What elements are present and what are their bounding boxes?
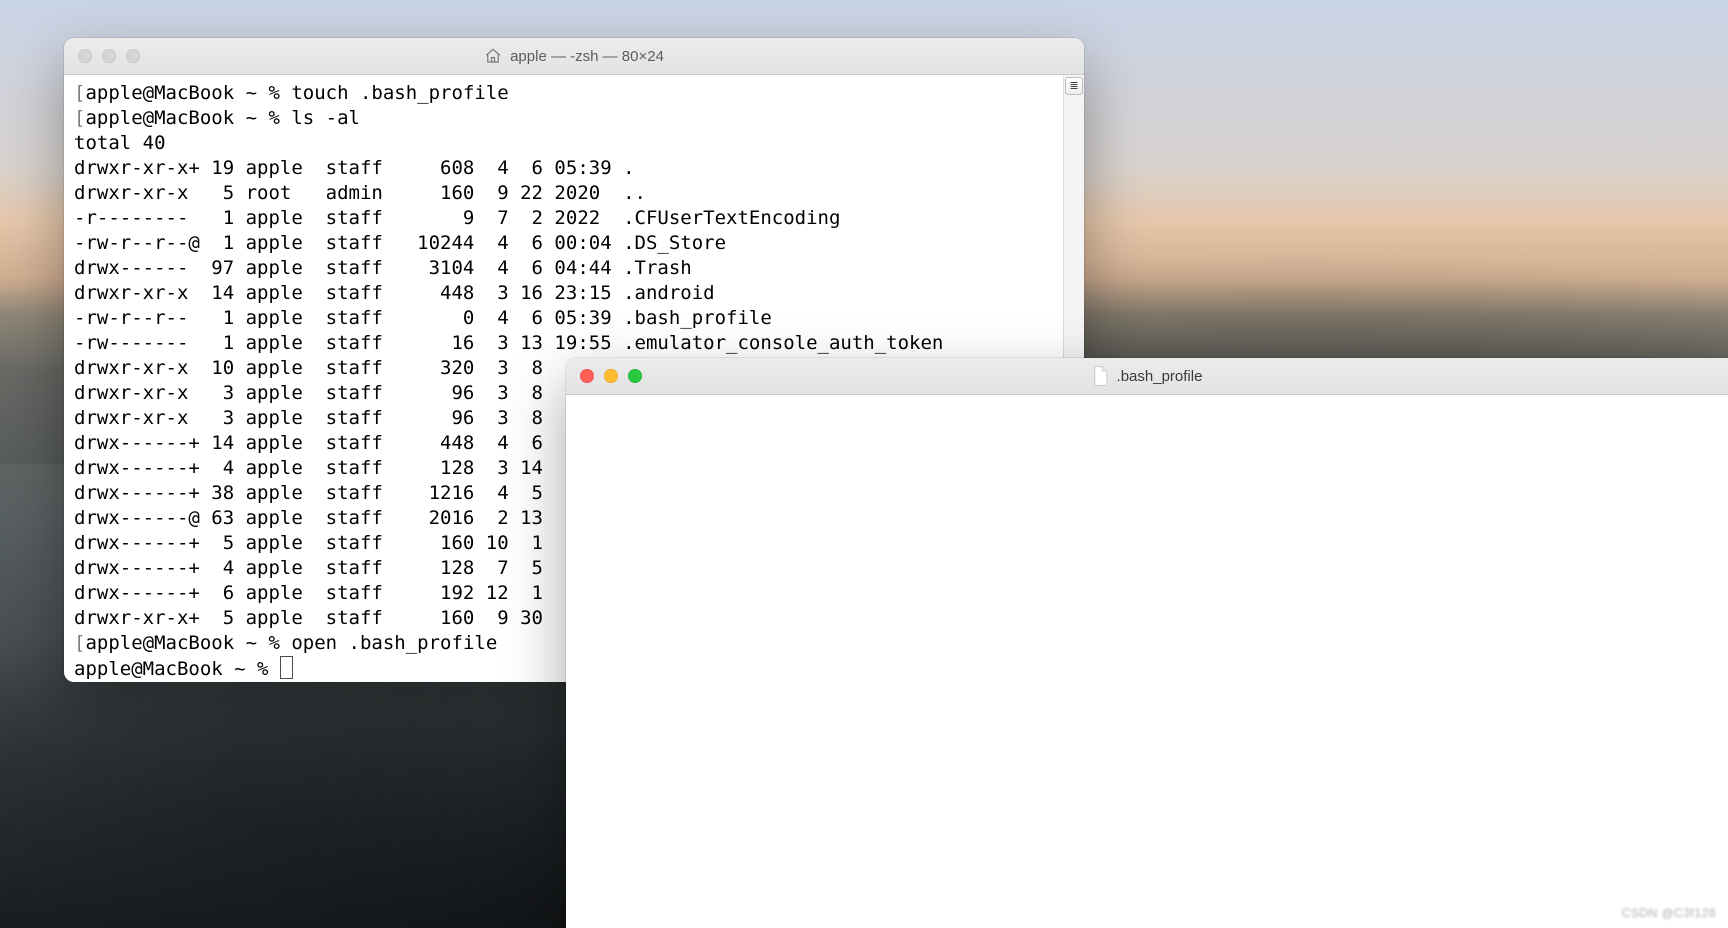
- terminal-titlebar[interactable]: apple — -zsh — 80×24: [64, 38, 1084, 75]
- traffic-lights: [64, 49, 140, 63]
- terminal-title: apple — -zsh — 80×24: [64, 47, 1084, 65]
- close-icon[interactable]: [580, 369, 594, 383]
- desktop: apple — -zsh — 80×24 [apple@MacBook ~ % …: [0, 0, 1728, 928]
- watermark: CSDN @C3f128: [1622, 906, 1716, 920]
- text-editor-window[interactable]: .bash_profile: [566, 358, 1728, 928]
- editor-titlebar[interactable]: .bash_profile: [566, 358, 1728, 395]
- minimize-icon[interactable]: [102, 49, 116, 63]
- minimize-icon[interactable]: [604, 369, 618, 383]
- editor-title: .bash_profile: [566, 366, 1728, 386]
- document-icon: [1092, 366, 1109, 386]
- traffic-lights: [566, 369, 642, 383]
- maximize-icon[interactable]: [126, 49, 140, 63]
- scrollbar-lines-icon[interactable]: ≣: [1065, 77, 1083, 95]
- maximize-icon[interactable]: [628, 369, 642, 383]
- home-icon: [484, 47, 502, 65]
- editor-body[interactable]: [566, 395, 1728, 928]
- close-icon[interactable]: [78, 49, 92, 63]
